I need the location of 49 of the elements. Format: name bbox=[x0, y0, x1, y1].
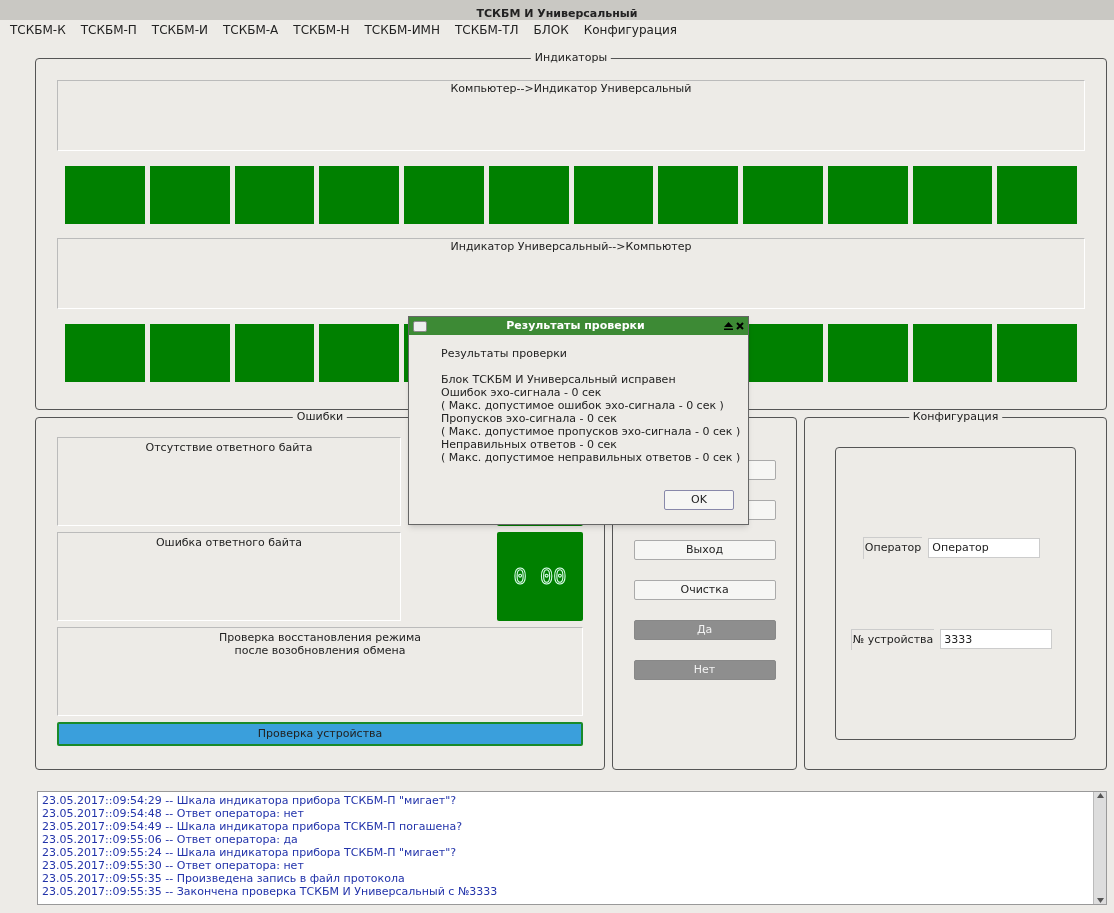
close-icon[interactable] bbox=[736, 322, 744, 330]
field-label: Оператор bbox=[862, 537, 923, 559]
ok-button[interactable]: OK bbox=[664, 490, 734, 510]
dialog-text: Пропусков эхо-сигнала - 0 сек bbox=[441, 412, 618, 425]
scroll-up-icon[interactable] bbox=[1096, 792, 1104, 798]
log-line: 23.05.2017::09:54:49 -- Шкала индикатора прибора ТСКБМ-П погашена? bbox=[42, 820, 464, 833]
menu-item[interactable]: ТСКБМ-П bbox=[80, 21, 137, 39]
dialog-text: ( Макс. допустимое неправильных ответов - 0 сек ) bbox=[441, 451, 742, 464]
log-line: 23.05.2017::09:54:48 -- Ответ оператора: нет bbox=[42, 807, 305, 820]
scroll-down-icon[interactable] bbox=[1096, 898, 1104, 904]
dialog-text: ( Макс. допустимое ошибок эхо-сигнала - 0 сек ) bbox=[441, 399, 725, 412]
text-field[interactable]: Оператор bbox=[928, 537, 1041, 558]
menu-item[interactable]: БЛОК bbox=[533, 21, 569, 39]
log-line: 23.05.2017::09:55:35 -- Закончена проверка ТСКБМ И Универсальный с №3333 bbox=[42, 885, 499, 898]
window-menu-icon[interactable] bbox=[413, 320, 427, 332]
log-line: 23.05.2017::09:55:35 -- Произведена запись в файл протокола bbox=[42, 872, 406, 885]
dialog-text: ( Макс. допустимое пропусков эхо-сигнала - 0 сек ) bbox=[441, 425, 742, 438]
button[interactable]: Очистка bbox=[633, 580, 776, 600]
counter-digits: 0 00 bbox=[513, 563, 567, 591]
dialog-text: Блок ТСКБМ И Универсальный исправен bbox=[441, 373, 677, 386]
check-device-button[interactable]: Проверка устройства bbox=[57, 722, 583, 746]
group-title: Индикаторы bbox=[530, 51, 612, 65]
field-label: № устройства bbox=[850, 628, 935, 650]
channel-label: Компьютер-->Индикатор Универсальный bbox=[450, 82, 692, 97]
log-line: 23.05.2017::09:55:24 -- Шкала индикатора прибора ТСКБМ-П "мигает"? bbox=[42, 846, 458, 859]
dialog-text: Неправильных ответов - 0 сек bbox=[441, 438, 618, 451]
dialog-title: Результаты проверки bbox=[505, 317, 646, 334]
dialog-text: Ошибок эхо-сигнала - 0 сек bbox=[441, 386, 603, 399]
log-line: 23.05.2017::09:54:29 -- Шкала индикатора прибора ТСКБМ-П "мигает"? bbox=[42, 794, 458, 807]
text-field[interactable]: 3333 bbox=[940, 629, 1053, 650]
log-line: 23.05.2017::09:55:06 -- Ответ оператора: да bbox=[42, 833, 299, 846]
button[interactable]: Выход bbox=[633, 540, 776, 560]
group-title: Конфигурация bbox=[908, 410, 1003, 424]
channel-label: Индикатор Универсальный-->Компьютер bbox=[450, 240, 692, 255]
menu-item[interactable]: ТСКБМ-ТЛ bbox=[455, 21, 519, 39]
frame-label: Отсутствие ответного байта bbox=[145, 441, 313, 456]
eject-icon[interactable] bbox=[724, 322, 733, 330]
frame-label: Проверка восстановления режима после возобновления обмена bbox=[218, 631, 422, 659]
menu-item[interactable]: Конфигурация bbox=[583, 21, 678, 39]
menu-item[interactable]: ТСКБМ-ИМН bbox=[364, 21, 440, 39]
menu-item[interactable]: ТСКБМ-К bbox=[10, 21, 66, 39]
menu-item[interactable]: ТСКБМ-А bbox=[222, 21, 279, 39]
window-title: ТСКБМ И Универсальный bbox=[476, 7, 638, 20]
log-line: 23.05.2017::09:55:30 -- Ответ оператора: нет bbox=[42, 859, 305, 872]
menu-item[interactable]: ТСКБМ-И bbox=[151, 21, 208, 39]
dialog-heading: Результаты проверки bbox=[441, 347, 568, 360]
frame-label: Ошибка ответного байта bbox=[155, 536, 303, 551]
menu-item[interactable]: ТСКБМ-Н bbox=[293, 21, 350, 39]
scrollbar[interactable] bbox=[1093, 792, 1106, 904]
